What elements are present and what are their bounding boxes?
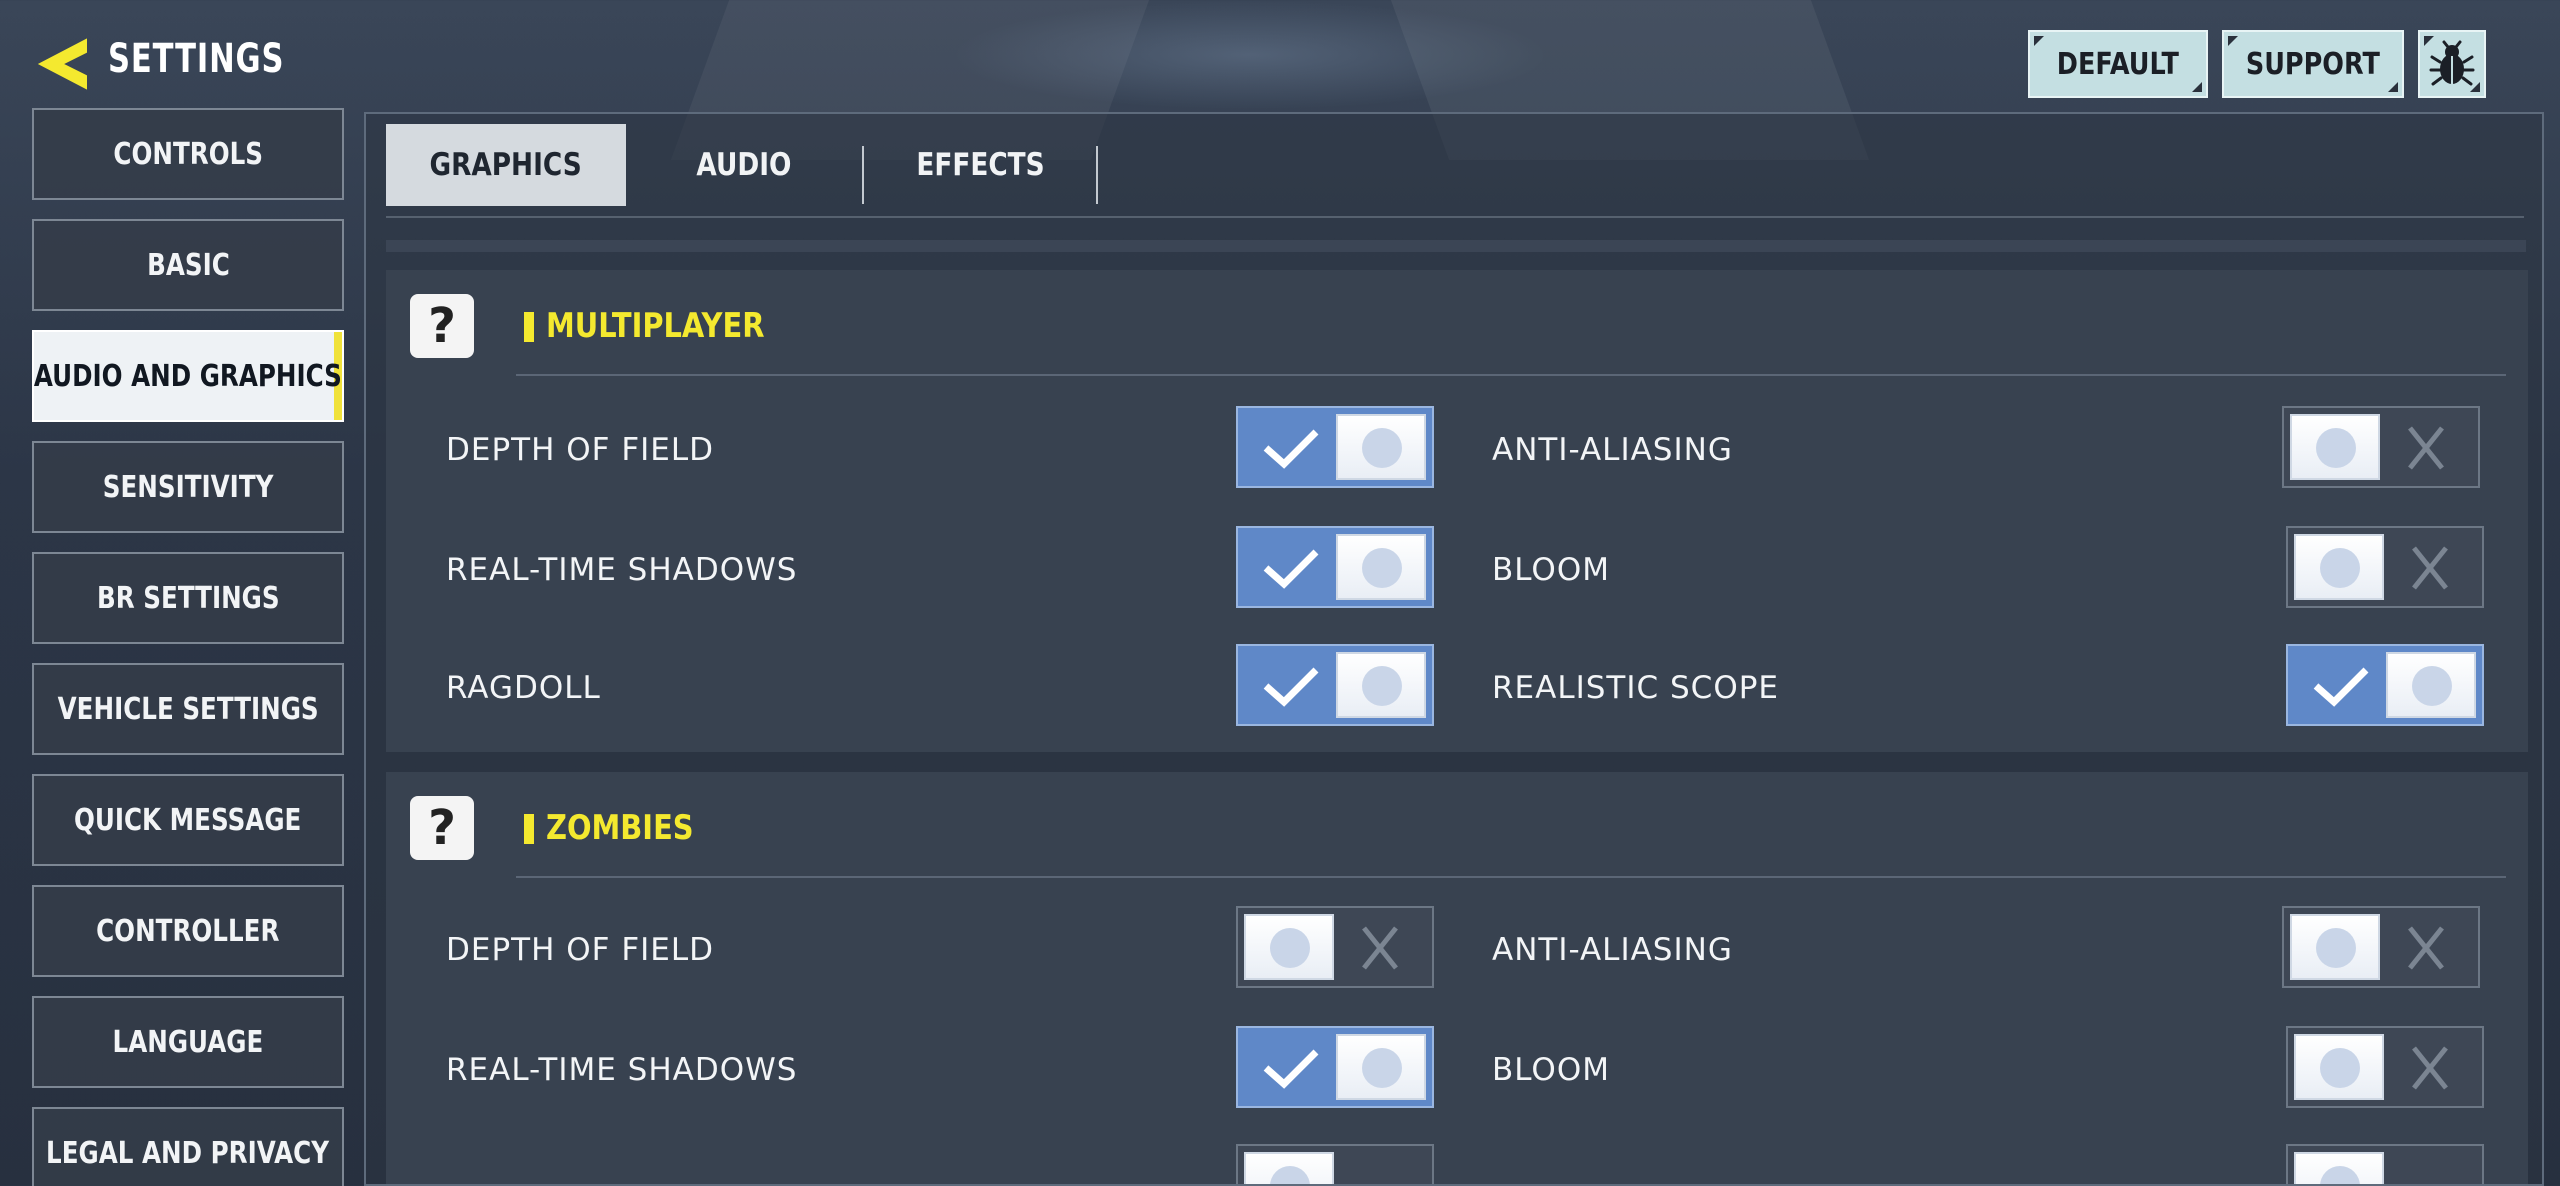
- sidebar-item-label: SENSITIVITY: [102, 469, 274, 505]
- toggle-anti-aliasing[interactable]: [2282, 906, 2480, 988]
- tab-underline: [386, 216, 2524, 218]
- option-label-realistic-scope: REALISTIC SCOPE: [1492, 670, 1780, 706]
- section-title: MULTIPLAYER: [546, 306, 765, 346]
- sidebar-item-label: CONTROLLER: [96, 913, 280, 949]
- sidebar-item-controls[interactable]: CONTROLS: [32, 108, 344, 200]
- sidebar-item-br-settings[interactable]: BR SETTINGS: [32, 552, 344, 644]
- back-arrow-icon[interactable]: [34, 34, 94, 94]
- check-icon: [1263, 667, 1319, 707]
- settings-panel: GRAPHICS AUDIO EFFECTS ? MULTIPLAYER DEP…: [364, 112, 2544, 1186]
- check-icon: [1263, 549, 1319, 589]
- tab-divider: [1096, 146, 1098, 204]
- close-icon: [1362, 926, 1398, 970]
- option-label-anti-aliasing: ANTI-ALIASING: [1492, 932, 1733, 968]
- close-icon: [2412, 546, 2448, 590]
- support-button-label: SUPPORT: [2245, 46, 2381, 82]
- option-label-bloom: BLOOM: [1492, 1052, 1610, 1088]
- section-header: ? MULTIPLAYER: [386, 270, 2528, 378]
- sidebar-item-label: BASIC: [146, 247, 230, 283]
- option-label-depth-of-field: DEPTH OF FIELD: [446, 932, 715, 968]
- toggle-depth-of-field[interactable]: [1236, 906, 1434, 988]
- sidebar-item-language[interactable]: LANGUAGE: [32, 996, 344, 1088]
- toggle-knob: [2294, 1152, 2384, 1184]
- page-title: SETTINGS: [108, 36, 285, 82]
- sidebar-item-quick-message[interactable]: QUICK MESSAGE: [32, 774, 344, 866]
- tab-audio[interactable]: AUDIO: [626, 124, 862, 206]
- close-icon: [2408, 426, 2444, 470]
- tab-graphics[interactable]: GRAPHICS: [386, 124, 626, 206]
- sidebar-item-sensitivity[interactable]: SENSITIVITY: [32, 441, 344, 533]
- sidebar-item-basic[interactable]: BASIC: [32, 219, 344, 311]
- bug-icon: [2429, 40, 2475, 86]
- toggle-knob: [2386, 652, 2476, 718]
- sidebar-item-label: AUDIO AND GRAPHICS: [33, 358, 343, 394]
- section-divider: [516, 876, 2506, 878]
- multiplayer-section: ? MULTIPLAYER DEPTH OF FIELD ANTI-ALIASI…: [386, 270, 2528, 752]
- toggle-next-row[interactable]: [2286, 1144, 2484, 1184]
- support-button[interactable]: SUPPORT: [2222, 30, 2404, 98]
- toggle-ragdoll[interactable]: [1236, 644, 1434, 726]
- toggle-realistic-scope[interactable]: [2286, 644, 2484, 726]
- toggle-bloom[interactable]: [2286, 1026, 2484, 1108]
- tab-label: AUDIO: [696, 147, 792, 183]
- scroll-top-strip: [386, 240, 2526, 252]
- check-icon: [1263, 1049, 1319, 1089]
- option-label-ragdoll: RAGDOLL: [446, 670, 601, 706]
- toggle-anti-aliasing[interactable]: [2282, 406, 2480, 488]
- toggle-bloom[interactable]: [2286, 526, 2484, 608]
- toggle-knob: [1336, 534, 1426, 600]
- toggle-knob: [1244, 914, 1334, 980]
- section-divider: [516, 374, 2506, 376]
- tab-effects[interactable]: EFFECTS: [864, 124, 1096, 206]
- sidebar-item-label: CONTROLS: [113, 136, 263, 172]
- help-icon[interactable]: ?: [410, 294, 474, 358]
- sidebar-item-vehicle-settings[interactable]: VEHICLE SETTINGS: [32, 663, 344, 755]
- toggle-knob: [2294, 534, 2384, 600]
- tab-label: EFFECTS: [915, 147, 1045, 183]
- toggle-knob: [1336, 652, 1426, 718]
- toggle-next-row[interactable]: [1236, 1144, 1434, 1184]
- section-header: ? ZOMBIES: [386, 772, 2528, 880]
- default-button-label: DEFAULT: [2056, 46, 2180, 82]
- option-label-depth-of-field: DEPTH OF FIELD: [446, 432, 715, 468]
- default-button[interactable]: DEFAULT: [2028, 30, 2208, 98]
- option-label-real-time-shadows: REAL-TIME SHADOWS: [446, 1052, 798, 1088]
- toggle-knob: [2290, 414, 2380, 480]
- toggle-real-time-shadows[interactable]: [1236, 526, 1434, 608]
- option-label-bloom: BLOOM: [1492, 552, 1610, 588]
- close-icon: [2412, 1046, 2448, 1090]
- close-icon: [2408, 926, 2444, 970]
- option-label-real-time-shadows: REAL-TIME SHADOWS: [446, 552, 798, 588]
- section-accent-bar: [524, 312, 534, 342]
- toggle-knob: [1336, 414, 1426, 480]
- check-icon: [1263, 429, 1319, 469]
- toggle-knob: [2294, 1034, 2384, 1100]
- toggle-knob: [1244, 1152, 1334, 1184]
- toggle-depth-of-field[interactable]: [1236, 406, 1434, 488]
- sidebar-item-audio-and-graphics[interactable]: AUDIO AND GRAPHICS: [32, 330, 344, 422]
- bug-report-button[interactable]: [2418, 30, 2486, 98]
- toggle-real-time-shadows[interactable]: [1236, 1026, 1434, 1108]
- sidebar-item-label: VEHICLE SETTINGS: [57, 691, 319, 727]
- section-title: ZOMBIES: [546, 808, 694, 848]
- option-label-anti-aliasing: ANTI-ALIASING: [1492, 432, 1733, 468]
- tab-bar: GRAPHICS AUDIO EFFECTS: [386, 124, 2526, 206]
- tab-label: GRAPHICS: [429, 147, 583, 183]
- section-accent-bar: [524, 814, 534, 844]
- sidebar-item-legal-and-privacy[interactable]: LEGAL AND PRIVACY: [32, 1107, 344, 1186]
- help-icon[interactable]: ?: [410, 796, 474, 860]
- toggle-knob: [1336, 1034, 1426, 1100]
- background-glow: [950, 0, 1550, 110]
- sidebar-item-label: LANGUAGE: [112, 1024, 264, 1060]
- check-icon: [2313, 667, 2369, 707]
- sidebar-item-controller[interactable]: CONTROLLER: [32, 885, 344, 977]
- zombies-section: ? ZOMBIES DEPTH OF FIELD ANTI-ALIASING R…: [386, 772, 2528, 1184]
- sidebar-item-label: LEGAL AND PRIVACY: [46, 1135, 330, 1171]
- sidebar-item-label: QUICK MESSAGE: [74, 802, 302, 838]
- toggle-knob: [2290, 914, 2380, 980]
- sidebar-item-label: BR SETTINGS: [96, 580, 280, 616]
